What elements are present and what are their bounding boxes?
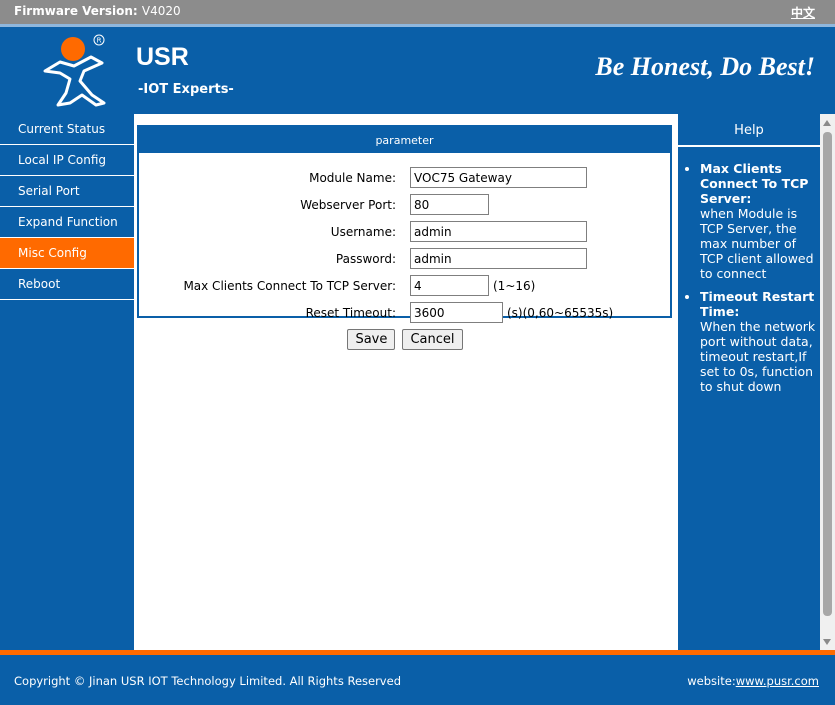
top-bar: Firmware Version: V4020 中文	[0, 0, 835, 24]
webserver-port-label: Webserver Port:	[300, 198, 396, 212]
sidebar-item-expand-function[interactable]: Expand Function	[0, 207, 134, 238]
save-button[interactable]: Save	[347, 329, 396, 350]
parameter-panel: parameter Module Name: Webserver Port: U…	[137, 125, 672, 323]
header: R USR -IOT Experts- Be Honest, Do Best!	[0, 24, 835, 114]
sidebar-item-current-status[interactable]: Current Status	[0, 114, 134, 145]
vertical-scrollbar[interactable]	[820, 114, 835, 650]
webserver-port-row: Webserver Port:	[139, 194, 670, 218]
copyright-text: Copyright © Jinan USR IOT Technology Lim…	[14, 674, 401, 688]
help-description: when Module is TCP Server, the max numbe…	[700, 206, 814, 281]
sidebar-item-serial-port[interactable]: Serial Port	[0, 176, 134, 207]
brand-name: USR	[136, 43, 189, 71]
password-input[interactable]	[410, 248, 587, 269]
firmware-label: Firmware Version:	[14, 4, 138, 18]
help-item: Max Clients Connect To TCP Server: when …	[700, 161, 820, 281]
webserver-port-input[interactable]	[410, 194, 489, 215]
cancel-button[interactable]: Cancel	[402, 329, 463, 350]
username-label: Username:	[330, 225, 396, 239]
website-link[interactable]: www.pusr.com	[736, 674, 819, 688]
reset-timeout-row: Reset Timeout: (s)(0,60~65535s)	[139, 302, 670, 326]
max-clients-input[interactable]	[410, 275, 489, 296]
scrollbar-thumb[interactable]	[823, 132, 832, 616]
sidebar-item-local-ip-config[interactable]: Local IP Config	[0, 145, 134, 176]
main-content: parameter Module Name: Webserver Port: U…	[134, 114, 676, 650]
help-term: Timeout Restart Time:	[700, 289, 815, 319]
sidebar-item-reboot[interactable]: Reboot	[0, 269, 134, 300]
website-info: website:www.pusr.com	[687, 674, 819, 688]
sidebar-item-misc-config[interactable]: Misc Config	[0, 238, 134, 269]
password-label: Password:	[335, 252, 396, 266]
max-clients-row: Max Clients Connect To TCP Server: (1~16…	[139, 275, 670, 299]
help-item: Timeout Restart Time: When the network p…	[700, 289, 820, 394]
website-label: website:	[687, 674, 736, 688]
scroll-up-icon[interactable]	[823, 120, 831, 126]
motto: Be Honest, Do Best!	[595, 52, 815, 81]
reset-timeout-label: Reset Timeout:	[305, 306, 396, 320]
reset-timeout-range: (s)(0,60~65535s)	[507, 306, 614, 320]
brand-tagline: -IOT Experts-	[138, 82, 234, 97]
sidebar: Current Status Local IP Config Serial Po…	[0, 114, 134, 650]
footer: Copyright © Jinan USR IOT Technology Lim…	[0, 650, 835, 705]
language-switch-link[interactable]: 中文	[791, 4, 815, 21]
module-name-row: Module Name:	[139, 167, 670, 191]
form-buttons: Save Cancel	[134, 328, 676, 350]
help-list: Max Clients Connect To TCP Server: when …	[678, 161, 820, 394]
max-clients-label: Max Clients Connect To TCP Server:	[183, 279, 396, 293]
panel-title: parameter	[139, 127, 670, 153]
reset-timeout-input[interactable]	[410, 302, 503, 323]
firmware-version: Firmware Version: V4020	[14, 4, 181, 18]
max-clients-range: (1~16)	[493, 279, 536, 293]
usr-logo-icon: R	[43, 34, 106, 107]
firmware-version-value: V4020	[141, 4, 181, 18]
module-name-input[interactable]	[410, 167, 587, 188]
username-input[interactable]	[410, 221, 587, 242]
module-name-label: Module Name:	[309, 171, 396, 185]
username-row: Username:	[139, 221, 670, 245]
help-term: Max Clients Connect To TCP Server:	[700, 161, 809, 206]
svg-text:R: R	[97, 36, 102, 44]
help-title: Help	[678, 114, 820, 147]
password-row: Password:	[139, 248, 670, 272]
help-description: When the network port without data, time…	[700, 319, 816, 394]
scroll-down-icon[interactable]	[823, 639, 831, 645]
help-panel: Help Max Clients Connect To TCP Server: …	[676, 114, 820, 650]
